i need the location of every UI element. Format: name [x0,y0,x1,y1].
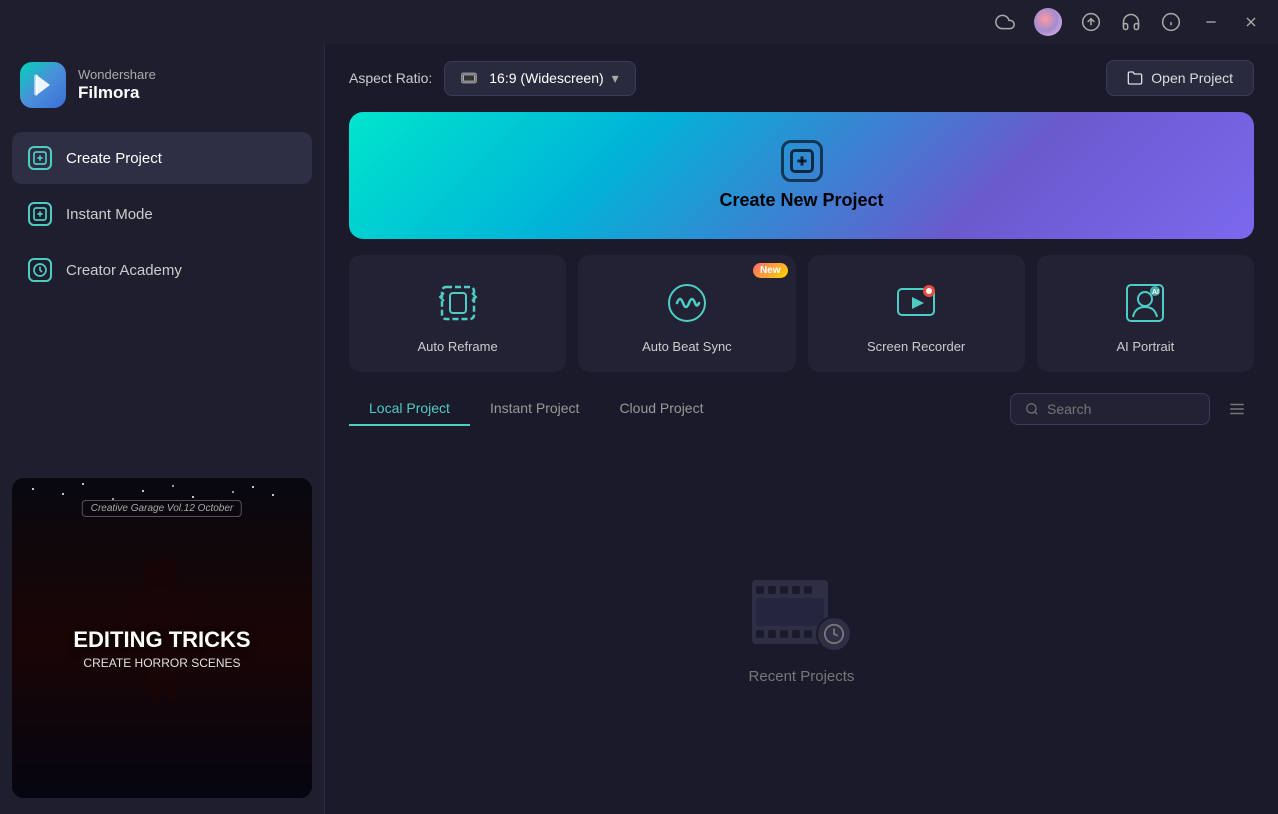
feature-card-label: AI Portrait [1116,339,1174,354]
search-icon [1025,402,1039,416]
sidebar-item-instant-mode[interactable]: Instant Mode [12,188,312,240]
sidebar-item-label: Create Project [66,150,162,167]
create-new-project-label: Create New Project [719,190,883,211]
auto-beat-sync-icon [661,277,713,329]
tab-cloud-project[interactable]: Cloud Project [599,392,723,426]
promo-title: EDITING TRICKS [73,628,250,652]
search-input[interactable] [1047,401,1187,417]
sidebar-item-create-project[interactable]: Create Project [12,132,312,184]
logo-text: Wondershare Filmora [78,67,156,103]
open-project-button[interactable]: Open Project [1106,60,1254,96]
logo-icon [20,62,66,108]
brand-name: Wondershare [78,67,156,83]
create-plus-icon [781,140,823,182]
feature-card-label: Auto Reframe [418,339,498,354]
sidebar-item-label: Instant Mode [66,206,153,223]
instant-mode-icon [28,202,52,226]
promo-badge: Creative Garage Vol.12 October [82,500,242,517]
upload-icon[interactable] [1080,11,1102,33]
aspect-ratio-value: 16:9 (Widescreen) [489,70,603,86]
title-bar [0,0,1278,44]
feature-card-auto-reframe[interactable]: Auto Reframe [349,255,566,372]
tab-instant-project[interactable]: Instant Project [470,392,600,426]
feature-card-label: Screen Recorder [867,339,965,354]
aspect-ratio-dropdown[interactable]: 16:9 (Widescreen) ▾ [444,61,635,96]
feature-card-label: Auto Beat Sync [642,339,732,354]
sidebar-item-creator-academy[interactable]: Creator Academy [12,244,312,296]
recent-projects-label: Recent Projects [749,668,855,685]
feature-card-auto-beat-sync[interactable]: New Auto Beat Sync [578,255,795,372]
promo-banner[interactable]: Creative Garage Vol.12 October EDITING T… [12,478,312,798]
sidebar: Wondershare Filmora Create Project [0,44,325,814]
product-name: Filmora [78,83,156,103]
app-logo: Wondershare Filmora [0,44,324,132]
tab-local-project[interactable]: Local Project [349,392,470,426]
open-project-label: Open Project [1151,70,1233,86]
creator-academy-icon [28,258,52,282]
auto-reframe-icon [432,277,484,329]
cloud-icon[interactable] [994,11,1016,33]
top-bar: Aspect Ratio: 16:9 (Widescreen) ▾ Open P… [325,44,1278,112]
new-badge: New [753,263,788,278]
clock-icon [816,616,852,652]
sidebar-nav: Create Project Instant Mode [0,132,324,296]
ai-portrait-icon: AI [1119,277,1171,329]
close-icon[interactable] [1240,11,1262,33]
promo-subtitle: CREATE HORROR SCENES [73,656,250,670]
aspect-ratio-section: Aspect Ratio: 16:9 (Widescreen) ▾ [349,61,636,96]
minimize-icon[interactable] [1200,11,1222,33]
content-area: Aspect Ratio: 16:9 (Widescreen) ▾ Open P… [325,44,1278,814]
create-project-icon [28,146,52,170]
aspect-ratio-label: Aspect Ratio: [349,70,432,86]
svg-text:AI: AI [1152,289,1159,296]
avatar-icon[interactable] [1034,8,1062,36]
empty-state: Recent Projects [349,442,1254,814]
project-section: Local Project Instant Project Cloud Proj… [325,392,1278,814]
promo-badge-container: Creative Garage Vol.12 October [82,498,242,525]
project-tabs: Local Project Instant Project Cloud Proj… [349,392,1010,426]
search-box[interactable] [1010,393,1210,425]
list-view-button[interactable] [1220,396,1254,422]
create-new-project-banner[interactable]: Create New Project [349,112,1254,239]
project-tabs-header: Local Project Instant Project Cloud Proj… [349,392,1254,426]
sidebar-item-label: Creator Academy [66,262,182,279]
info-icon[interactable] [1160,11,1182,33]
chevron-down-icon: ▾ [612,70,619,87]
feature-cards: Auto Reframe New Auto Beat Sync [349,255,1254,372]
screen-recorder-icon [890,277,942,329]
headphones-icon[interactable] [1120,11,1142,33]
recent-projects-icon [752,572,852,652]
feature-card-screen-recorder[interactable]: Screen Recorder [808,255,1025,372]
feature-card-ai-portrait[interactable]: AI AI Portrait [1037,255,1254,372]
